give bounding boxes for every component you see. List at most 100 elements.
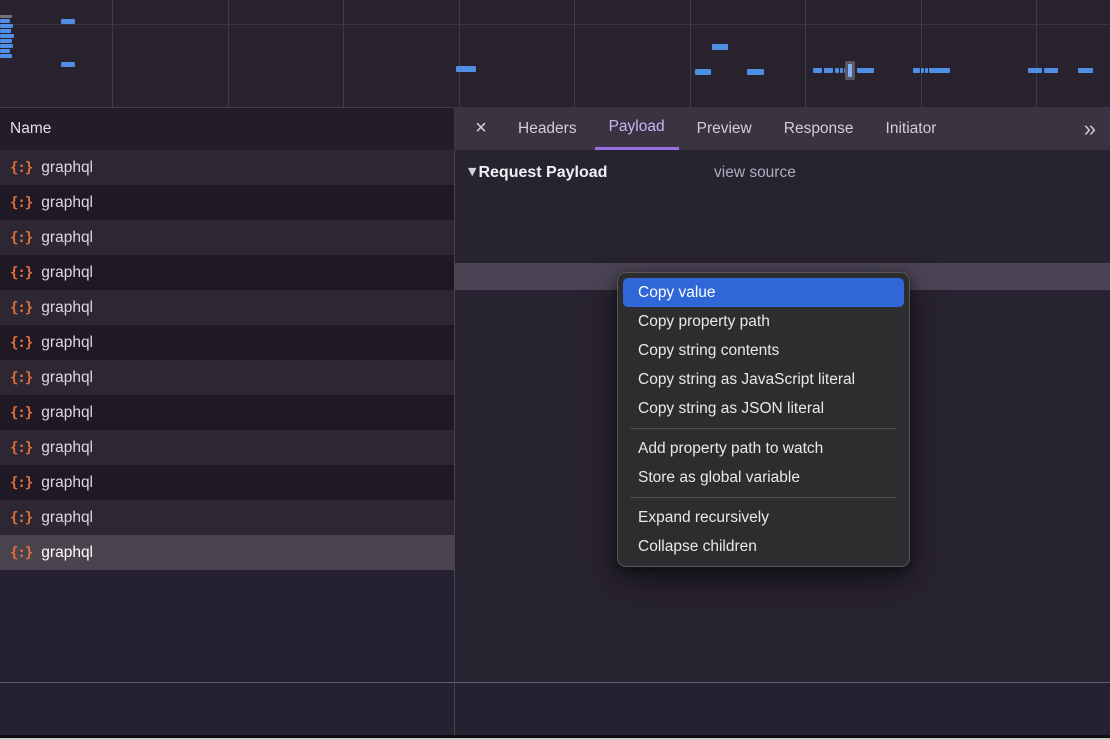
menu-item-add-property-path-to-watch[interactable]: Add property path to watch [623, 434, 904, 463]
menu-separator [630, 497, 897, 498]
waterfall-bar [840, 68, 843, 73]
table-row[interactable]: {:} graphql [0, 150, 454, 185]
request-name-label: graphql [41, 474, 93, 492]
waterfall-bar [835, 68, 839, 73]
table-row[interactable]: {:}graphql [0, 465, 454, 500]
request-name-label: graphql [41, 439, 93, 457]
view-source-link[interactable]: view source [714, 164, 796, 182]
request-name-label: graphql [41, 544, 93, 562]
table-row[interactable]: {:}graphql [0, 500, 454, 535]
waterfall-bar [0, 29, 11, 33]
table-row[interactable]: {:} graphql [0, 185, 454, 220]
json-fetch-icon: {:} [10, 300, 32, 316]
timeline-gridline [690, 0, 691, 107]
waterfall-bar [0, 49, 10, 53]
tab-preview[interactable]: Preview [683, 107, 766, 150]
table-row[interactable]: {:} graphql [0, 255, 454, 290]
menu-item-copy-value[interactable]: Copy value [623, 278, 904, 307]
menu-item-copy-string-contents[interactable]: Copy string contents [623, 336, 904, 365]
pane-divider[interactable] [454, 150, 455, 735]
json-fetch-icon: {:} [10, 545, 32, 561]
menu-separator [630, 428, 897, 429]
request-name-label: graphql [41, 299, 93, 317]
close-details-icon[interactable]: × [464, 117, 498, 140]
waterfall-bar [61, 62, 75, 67]
footer-divider-line [0, 682, 1110, 683]
waterfall-bar [456, 66, 476, 72]
waterfall-bar [712, 44, 728, 50]
table-row[interactable]: {:} graphql [0, 360, 454, 395]
request-list: {:} graphql {:} graphql {:} graphql {:} graphql… [0, 150, 454, 682]
waterfall-bar [747, 69, 764, 75]
waterfall-bar [1078, 68, 1093, 73]
context-menu: Copy valueCopy property pathCopy string … [617, 272, 910, 567]
timeline-gridline [921, 0, 922, 107]
request-table-name-header[interactable]: Name [0, 107, 454, 150]
tab-headers[interactable]: Headers [504, 107, 591, 150]
waterfall-bar [61, 19, 75, 24]
timeline-gridline [574, 0, 575, 107]
waterfall-bar [824, 68, 833, 73]
request-name-label: graphql [41, 369, 93, 387]
tab-response[interactable]: Response [770, 107, 868, 150]
waterfall-bar [857, 68, 874, 73]
request-payload-section-header[interactable]: ▼Request Payload [468, 164, 607, 184]
name-column-label: Name [10, 120, 51, 138]
details-tab-bar: × HeadersPayloadPreviewResponseInitiator… [454, 107, 1110, 150]
json-fetch-icon: {:} [10, 440, 32, 456]
timeline-gridline [228, 0, 229, 107]
table-row[interactable]: {:} graphql [0, 430, 454, 465]
request-name-label: graphql [41, 194, 93, 212]
tab-payload[interactable]: Payload [595, 107, 679, 150]
json-root-row[interactable]: ▼ {operationName: "ipFlowTimeseries", va… [455, 206, 1110, 233]
table-row[interactable]: {:} graphql [0, 535, 454, 570]
tab-initiator[interactable]: Initiator [872, 107, 951, 150]
json-fetch-icon: {:} [10, 230, 32, 246]
request-name-label: graphql [41, 509, 93, 527]
timeline-gridline [459, 0, 460, 107]
request-name-label: graphql [41, 264, 93, 282]
waterfall-bar [695, 69, 711, 75]
menu-item-copy-property-path[interactable]: Copy property path [623, 307, 904, 336]
json-fetch-icon: {:} [10, 160, 32, 176]
json-fetch-icon: {:} [10, 195, 32, 211]
menu-item-copy-string-as-javascript-literal[interactable]: Copy string as JavaScript literal [623, 365, 904, 394]
json-fetch-icon: {:} [10, 265, 32, 281]
menu-item-expand-recursively[interactable]: Expand recursively [623, 503, 904, 532]
waterfall-bar [0, 19, 10, 23]
waterfall-bar [1028, 68, 1042, 73]
waterfall-bar [0, 44, 13, 48]
waterfall-bar [0, 54, 12, 58]
waterfall-bar [0, 24, 13, 28]
request-name-label: graphql [41, 404, 93, 422]
section-collapse-icon[interactable]: ▼ [468, 165, 476, 178]
waterfall-bar [929, 68, 950, 73]
table-row[interactable]: {:} graphql [0, 290, 454, 325]
json-fetch-icon: {:} [10, 405, 32, 421]
json-operation-row[interactable]: operationName: "ipFlowTimeseries" [455, 237, 1110, 264]
json-fetch-icon: {:} [10, 335, 32, 351]
waterfall-bar [925, 68, 928, 73]
table-row[interactable]: {:}graphql [0, 325, 454, 360]
waterfall-bar [0, 39, 12, 43]
overview-divider-line [0, 24, 1110, 25]
waterfall-bar [913, 68, 920, 73]
more-tabs-icon[interactable]: » [1084, 109, 1096, 149]
request-name-label: graphql [41, 159, 93, 177]
tabs-container: HeadersPayloadPreviewResponseInitiator [502, 107, 952, 150]
waterfall-bar [848, 64, 852, 77]
table-row[interactable]: {:} graphql [0, 395, 454, 430]
network-overview-timeline[interactable] [0, 0, 1110, 107]
request-name-label: graphql [41, 229, 93, 247]
menu-item-store-as-global-variable[interactable]: Store as global variable [623, 463, 904, 492]
timeline-gridline [112, 0, 113, 107]
section-title: Request Payload [478, 164, 607, 181]
waterfall-bar [0, 15, 12, 18]
waterfall-bar [1044, 68, 1058, 73]
timeline-gridline [1036, 0, 1037, 107]
menu-item-collapse-children[interactable]: Collapse children [623, 532, 904, 561]
table-row[interactable]: {:} graphql [0, 220, 454, 255]
json-fetch-icon: {:} [10, 370, 32, 386]
menu-item-copy-string-as-json-literal[interactable]: Copy string as JSON literal [623, 394, 904, 423]
waterfall-bar [813, 68, 822, 73]
